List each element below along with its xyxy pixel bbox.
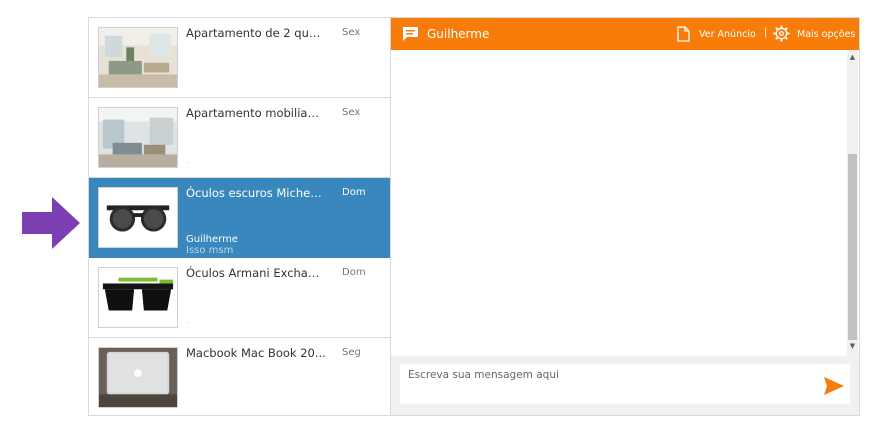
empty-preview-dot: ·	[186, 319, 189, 328]
send-arrow-icon[interactable]	[824, 377, 844, 395]
message-composer	[391, 356, 859, 415]
conversation-sender: Guilherme	[186, 234, 238, 245]
conversation-item-selected[interactable]: Óculos escuros Michea... Dom Guilherme I…	[89, 178, 390, 258]
conversation-day: Sex	[342, 107, 361, 118]
header-separator: |	[764, 27, 768, 38]
conversation-item[interactable]: Macbook Mac Book 20... Seg	[89, 338, 390, 415]
view-ad-label: Ver Anúncio	[699, 29, 756, 40]
contact-name: Guilherme	[427, 27, 490, 41]
gear-icon	[773, 25, 790, 42]
chat-panel: Guilherme Ver Anúncio | Mais opções ▲ ▼ …	[391, 18, 859, 415]
scroll-up-arrow-icon[interactable]: ▲	[847, 53, 858, 61]
round-sunglasses-image	[98, 187, 178, 248]
conversation-item[interactable]: Apartamento mobiliado... Sex ·	[89, 98, 390, 178]
conversation-title: Óculos escuros Michea...	[186, 186, 326, 200]
empty-preview-dot: ·	[186, 159, 189, 168]
conversation-title: Apartamento de 2 quart...	[186, 26, 326, 40]
conversation-day: Seg	[342, 347, 361, 358]
apartment-living-room-image	[98, 27, 178, 88]
conversation-title: Apartamento mobiliado...	[186, 106, 326, 120]
conversation-item[interactable]: Apartamento de 2 quart... Sex	[89, 18, 390, 98]
conversation-list: Apartamento de 2 quart... Sex Apartament…	[89, 18, 391, 415]
conversation-title: Óculos Armani Exchang..	[186, 266, 326, 280]
conversation-item[interactable]: Óculos Armani Exchang.. Dom ·	[89, 258, 390, 338]
conversation-day: Sex	[342, 27, 361, 38]
messages-panel: Apartamento de 2 quart... Sex Apartament…	[88, 17, 860, 416]
macbook-image	[98, 347, 178, 408]
conversation-preview: Isso msm	[186, 245, 234, 256]
message-scrollbar[interactable]: ▲ ▼	[847, 50, 858, 356]
scroll-down-arrow-icon[interactable]: ▼	[847, 342, 858, 350]
conversation-day: Dom	[342, 187, 366, 198]
chat-bubble-icon	[403, 27, 418, 41]
conversation-title: Macbook Mac Book 20...	[186, 346, 326, 360]
message-area	[391, 50, 859, 356]
armani-sunglasses-image	[98, 267, 178, 328]
message-input[interactable]	[400, 364, 850, 404]
scrollbar-thumb[interactable]	[848, 154, 857, 340]
more-options-label: Mais opções	[797, 29, 856, 40]
document-icon	[677, 26, 690, 42]
pointer-arrow-icon	[22, 197, 80, 249]
chat-header: Guilherme Ver Anúncio | Mais opções	[391, 18, 859, 50]
furnished-apartment-image	[98, 107, 178, 168]
conversation-day: Dom	[342, 267, 366, 278]
